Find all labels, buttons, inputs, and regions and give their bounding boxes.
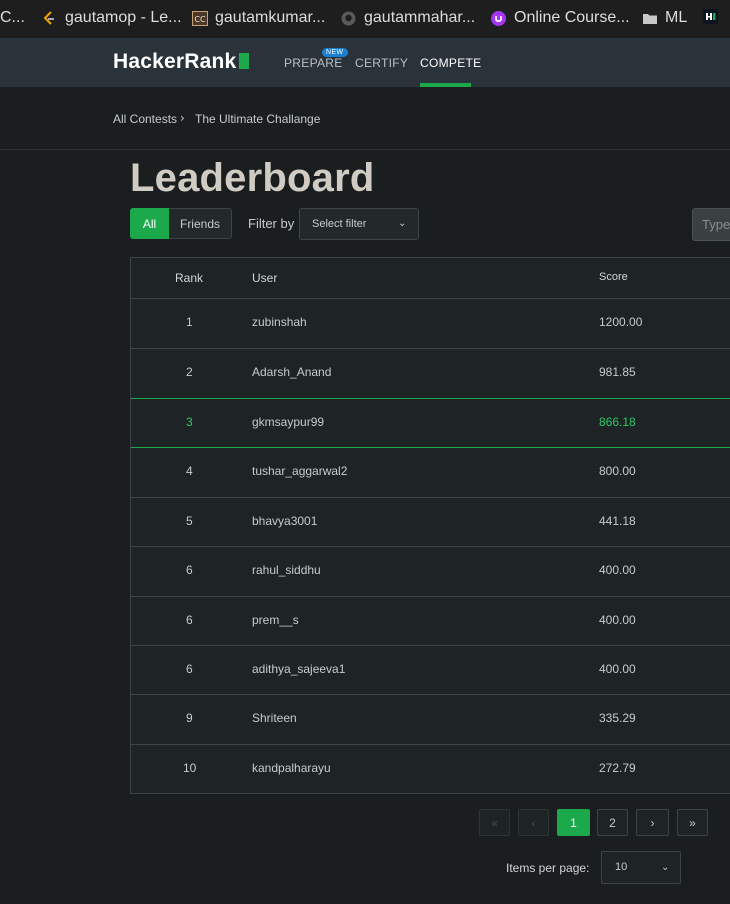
bookmark-label: C... bbox=[0, 9, 25, 26]
rank-cell: 5 bbox=[186, 514, 193, 528]
score-cell: 335.29 bbox=[599, 711, 636, 725]
filter-label: Filter by bbox=[248, 216, 295, 231]
logo-square-icon bbox=[239, 53, 250, 69]
score-cell: 981.85 bbox=[599, 365, 636, 379]
new-badge: NEW bbox=[322, 48, 348, 57]
page-title: Leaderboard bbox=[130, 156, 375, 200]
codechef-icon: CC bbox=[192, 10, 208, 26]
tab-friends[interactable]: Friends bbox=[169, 208, 232, 239]
nav-compete[interactable]: COMPETE bbox=[420, 56, 481, 70]
udemy-icon bbox=[491, 10, 506, 26]
user-cell[interactable]: adithya_sajeeva1 bbox=[252, 662, 345, 676]
table-row-current-user[interactable]: 3 gkmsaypur99 866.18 bbox=[131, 398, 730, 448]
user-cell[interactable]: gkmsaypur99 bbox=[252, 415, 324, 429]
leetcode-icon bbox=[42, 10, 57, 26]
bookmark-folder-ml[interactable]: ML bbox=[642, 9, 687, 27]
table-row[interactable]: 1 zubinshah 1200.00 bbox=[131, 298, 730, 349]
page-2-button[interactable]: 2 bbox=[597, 809, 628, 836]
table-row[interactable]: 6 rahul_siddhu 400.00 bbox=[131, 546, 730, 597]
rank-cell: 6 bbox=[186, 563, 193, 577]
nav-certify[interactable]: CERTIFY bbox=[355, 56, 408, 70]
score-cell: 400.00 bbox=[599, 613, 636, 627]
score-cell: 400.00 bbox=[599, 563, 636, 577]
tab-all[interactable]: All bbox=[130, 208, 169, 239]
bookmark-udemy[interactable]: Online Course... bbox=[491, 9, 630, 27]
table-row[interactable]: 6 adithya_sajeeva1 400.00 bbox=[131, 645, 730, 696]
rank-cell: 6 bbox=[186, 613, 193, 627]
hackerrank-icon bbox=[703, 9, 718, 24]
score-cell: 866.18 bbox=[599, 415, 636, 429]
leaderboard-table: Rank User Score 1 zubinshah 1200.00 2 Ad… bbox=[130, 257, 730, 794]
bookmark-label: gautammahar... bbox=[364, 9, 476, 26]
rank-cell: 2 bbox=[186, 365, 193, 379]
user-cell[interactable]: rahul_siddhu bbox=[252, 563, 321, 577]
table-row[interactable]: 2 Adarsh_Anand 981.85 bbox=[131, 348, 730, 399]
score-cell: 400.00 bbox=[599, 662, 636, 676]
filter-select-text: Select filter bbox=[312, 218, 367, 230]
rank-cell: 9 bbox=[186, 711, 193, 725]
last-page-button[interactable]: » bbox=[677, 809, 708, 836]
bookmark-label: gautamop - Le... bbox=[65, 9, 182, 26]
rank-cell: 3 bbox=[186, 415, 193, 429]
bookmark-hackerrank[interactable] bbox=[703, 9, 726, 24]
breadcrumb-all-contests[interactable]: All Contests bbox=[113, 112, 177, 126]
table-row[interactable]: 4 tushar_aggarwal2 800.00 bbox=[131, 448, 730, 498]
bookmark-label: ML bbox=[665, 9, 688, 26]
score-cell: 441.18 bbox=[599, 514, 636, 528]
user-cell[interactable]: zubinshah bbox=[252, 315, 307, 329]
items-per-page-label: Items per page: bbox=[506, 861, 590, 875]
hackerrank-logo[interactable]: HackerRank bbox=[113, 50, 250, 74]
table-row[interactable]: 6 prem__s 400.00 bbox=[131, 596, 730, 647]
rank-cell: 4 bbox=[186, 464, 193, 478]
column-header-user[interactable]: User bbox=[252, 271, 277, 285]
rank-cell: 6 bbox=[186, 662, 193, 676]
logo-text: HackerRank bbox=[113, 50, 237, 73]
column-header-score[interactable]: Score bbox=[599, 271, 628, 283]
score-cell: 800.00 bbox=[599, 464, 636, 478]
bookmarks-bar: C... gautamop - Le... CC gautamkumar... … bbox=[0, 0, 730, 39]
column-header-rank[interactable]: Rank bbox=[175, 271, 203, 285]
folder-icon bbox=[642, 11, 657, 26]
user-cell[interactable]: Adarsh_Anand bbox=[252, 365, 331, 379]
chevron-down-icon: ⌄ bbox=[661, 862, 670, 873]
user-cell[interactable]: tushar_aggarwal2 bbox=[252, 464, 347, 478]
page-1-button[interactable]: 1 bbox=[557, 809, 590, 836]
bookmark-leetcode[interactable]: gautamop - Le... bbox=[42, 9, 182, 27]
bookmark-label: gautamkumar... bbox=[215, 9, 326, 26]
prev-page-button[interactable]: ‹ bbox=[518, 809, 549, 836]
next-page-button[interactable]: › bbox=[636, 809, 669, 836]
table-row[interactable]: 10 kandpalharayu 272.79 bbox=[131, 744, 730, 795]
breadcrumb-contest[interactable]: The Ultimate Challange bbox=[195, 112, 320, 126]
breadcrumb-separator-icon: › bbox=[180, 111, 185, 125]
search-input[interactable]: Type bbox=[692, 208, 730, 241]
bookmark-codechef[interactable]: CC gautamkumar... bbox=[192, 9, 325, 27]
user-cell[interactable]: kandpalharayu bbox=[252, 761, 331, 775]
github-icon bbox=[341, 11, 356, 26]
table-row[interactable]: 5 bhavya3001 441.18 bbox=[131, 497, 730, 548]
rank-cell: 10 bbox=[183, 761, 197, 775]
bookmark-label: Online Course... bbox=[514, 9, 630, 26]
filter-select[interactable]: Select filter ⌄ bbox=[299, 208, 419, 240]
score-cell: 1200.00 bbox=[599, 315, 643, 329]
bookmark-github[interactable]: gautammahar... bbox=[341, 9, 475, 27]
rank-cell: 1 bbox=[186, 315, 193, 329]
svg-text:CC: CC bbox=[194, 15, 206, 24]
breadcrumb: All Contests › The Ultimate Challange bbox=[0, 87, 730, 150]
items-per-page-value: 10 bbox=[615, 861, 628, 873]
user-cell[interactable]: Shriteen bbox=[252, 711, 297, 725]
items-per-page-select[interactable]: 10 ⌄ bbox=[601, 851, 681, 884]
table-row[interactable]: 9 Shriteen 335.29 bbox=[131, 694, 730, 745]
user-cell[interactable]: prem__s bbox=[252, 613, 299, 627]
score-cell: 272.79 bbox=[599, 761, 636, 775]
bookmark-item[interactable]: C... bbox=[0, 9, 25, 27]
chevron-down-icon: ⌄ bbox=[398, 218, 407, 229]
top-navigation: HackerRank PREPARE NEW CERTIFY COMPETE bbox=[0, 38, 730, 87]
nav-prepare[interactable]: PREPARE bbox=[284, 56, 343, 70]
user-cell[interactable]: bhavya3001 bbox=[252, 514, 317, 528]
first-page-button[interactable]: « bbox=[479, 809, 510, 836]
